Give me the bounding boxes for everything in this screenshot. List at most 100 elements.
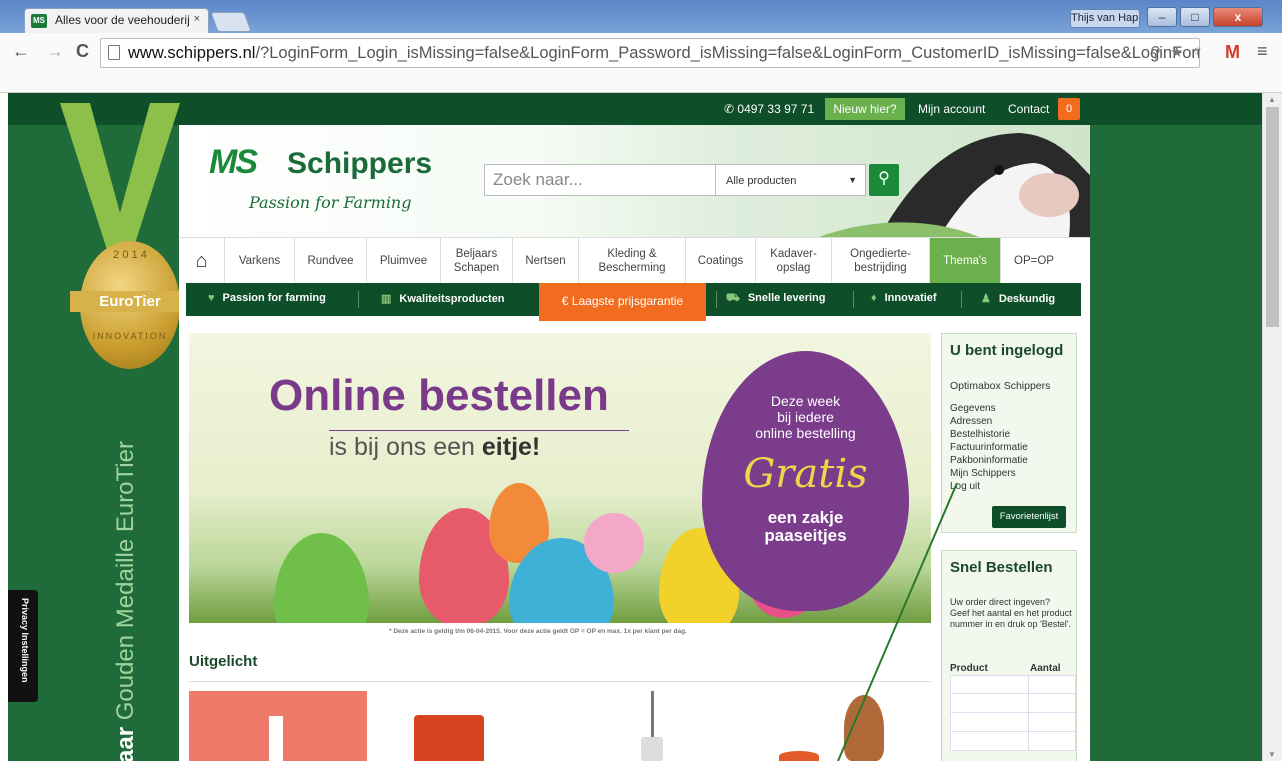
- quick-order-text: Uw order direct ingeven? Geef het aantal…: [950, 597, 1072, 629]
- featured-title: Uitgelicht: [189, 653, 258, 670]
- zoom-icon[interactable]: ⚲: [1150, 43, 1161, 61]
- back-icon[interactable]: ←: [12, 41, 30, 62]
- col-product: Product: [950, 663, 988, 674]
- quick-order-row[interactable]: [950, 675, 1076, 694]
- quick-order-box: Snel Bestellen Uw order direct ingeven? …: [941, 550, 1077, 761]
- extension-icon[interactable]: ♆: [1192, 43, 1203, 60]
- chart-icon: ▥: [381, 293, 392, 305]
- quick-order-row[interactable]: [950, 732, 1076, 751]
- scroll-up-icon[interactable]: ▲: [1268, 95, 1276, 104]
- promo-line1: Deze week: [770, 393, 841, 409]
- new-tab-button[interactable]: [210, 12, 252, 32]
- usp-passion[interactable]: ♥ Passion for farming: [208, 292, 326, 304]
- category-nav: ⌂ Varkens Rundvee Pluimvee Beljaars Scha…: [179, 237, 1090, 284]
- link-pakboninformatie[interactable]: Pakboninformatie: [950, 454, 1028, 467]
- page-scrollbar[interactable]: ▲ ▼: [1262, 93, 1282, 761]
- vertical-text-bold: aar: [112, 726, 139, 761]
- maximize-button[interactable]: □: [1180, 7, 1210, 27]
- nav-item-pluimvee[interactable]: Pluimvee: [367, 238, 441, 284]
- address-bar[interactable]: www.schippers.nl/?LoginForm_Login_isMiss…: [100, 38, 1200, 68]
- heart-icon: ♥: [208, 292, 215, 304]
- nav-item-schapen[interactable]: Beljaars Schapen: [441, 238, 513, 284]
- nav-item-kadaver[interactable]: Kadaver-opslag: [756, 238, 832, 284]
- product-tile[interactable]: [189, 691, 367, 761]
- main-content: MS Schippers Passion for Farming Zoek na…: [179, 125, 1090, 761]
- link-mijn-schippers[interactable]: Mijn Schippers: [950, 467, 1028, 480]
- col-amount: Aantal: [1030, 663, 1061, 674]
- privacy-settings-tab[interactable]: Privacy Instellingen: [8, 590, 38, 702]
- product-field[interactable]: [951, 713, 1029, 731]
- promo-gratis: Gratis: [743, 451, 868, 497]
- url-path: /?LoginForm_Login_isMissing=false&LoginF…: [255, 44, 1200, 62]
- usp-quality[interactable]: ▥ Kwaliteitsproducten: [381, 292, 505, 305]
- usp-delivery-label: Snelle levering: [747, 292, 826, 304]
- search-button[interactable]: ⚲: [869, 164, 899, 196]
- page-icon: [108, 45, 120, 60]
- product-chicken-image[interactable]: [844, 695, 884, 761]
- bookmark-star-icon[interactable]: ★: [1170, 43, 1183, 61]
- privacy-label: Privacy Instellingen: [20, 598, 30, 683]
- nav-item-kleding[interactable]: Kleding & Bescherming: [579, 238, 686, 284]
- product-field[interactable]: [951, 676, 1029, 694]
- product-orange-image[interactable]: [779, 751, 819, 761]
- link-adressen[interactable]: Adressen: [950, 415, 1028, 428]
- reload-icon[interactable]: C: [76, 41, 89, 62]
- product-tool-image[interactable]: [651, 691, 654, 741]
- website: ✆ 0497 33 97 71 Nieuw hier? Mijn account…: [8, 93, 1262, 761]
- logo-name[interactable]: Schippers: [287, 147, 432, 181]
- nav-item-ongedierte[interactable]: Ongedierte-bestrijding: [832, 238, 930, 284]
- usp-lowest-price[interactable]: € Laagste prijsgarantie: [539, 283, 706, 321]
- new-here-button[interactable]: Nieuw hier?: [825, 98, 905, 120]
- product-jerrycan-image[interactable]: [414, 715, 484, 761]
- nav-item-rundvee[interactable]: Rundvee: [295, 238, 367, 284]
- link-factuurinformatie[interactable]: Factuurinformatie: [950, 441, 1028, 454]
- my-account-link[interactable]: Mijn account: [918, 102, 985, 116]
- url-domain: www.schippers.nl: [128, 44, 256, 62]
- scrollbar-thumb[interactable]: [1266, 107, 1279, 327]
- browser-tab[interactable]: MS Alles voor de veehouderij ×: [24, 8, 209, 33]
- quick-order-header: Product Aantal: [950, 663, 1076, 675]
- promo-banner[interactable]: Online bestellen is bij ons een eitje! D…: [189, 333, 931, 623]
- nav-item-op-op[interactable]: OP=OP: [1001, 238, 1067, 284]
- usp-expert[interactable]: ♟ Deskundig: [981, 292, 1055, 305]
- nav-item-varkens[interactable]: Varkens: [225, 238, 295, 284]
- tab-close-icon[interactable]: ×: [194, 13, 200, 25]
- search-input[interactable]: Zoek naar...: [484, 164, 716, 196]
- cart-count: 0: [1065, 103, 1073, 115]
- contact-link[interactable]: Contact: [1008, 102, 1049, 116]
- search-category-select[interactable]: Alle producten ▼: [716, 164, 866, 196]
- product-tool-base: [641, 737, 663, 761]
- site-header: MS Schippers Passion for Farming Zoek na…: [179, 125, 1090, 237]
- eurotier-medal: 2 0 1 4 EuroTier INNOVATION: [70, 241, 190, 369]
- home-icon[interactable]: ⌂: [179, 238, 225, 284]
- link-gegevens[interactable]: Gegevens: [950, 402, 1028, 415]
- profile-button[interactable]: Thijs van Happ...: [1070, 9, 1140, 28]
- nav-item-coatings[interactable]: Coatings: [686, 238, 756, 284]
- close-window-button[interactable]: x: [1213, 7, 1263, 27]
- product-field[interactable]: [951, 694, 1029, 712]
- quick-order-row[interactable]: [950, 694, 1076, 713]
- quick-order-row[interactable]: [950, 713, 1076, 732]
- vertical-award-text: aar Gouden Medaille EuroTier: [112, 441, 140, 761]
- cart-icon[interactable]: 0: [1058, 98, 1080, 120]
- usp-innovative[interactable]: ♦ Innovatief: [871, 292, 937, 304]
- scroll-down-icon[interactable]: ▼: [1268, 750, 1276, 759]
- usp-passion-label: Passion for farming: [222, 292, 326, 304]
- login-links: Gegevens Adressen Bestelhistorie Factuur…: [950, 402, 1028, 493]
- nav-item-themas[interactable]: Thema's: [930, 238, 1001, 284]
- link-log-uit[interactable]: Log uit: [950, 480, 1028, 493]
- minimize-button[interactable]: –: [1147, 7, 1177, 27]
- logo-mark[interactable]: MS: [209, 143, 258, 182]
- phone-text: 0497 33 97 71: [737, 102, 815, 116]
- usp-delivery[interactable]: ⛟ Snelle levering: [726, 292, 826, 306]
- product-field[interactable]: [951, 732, 1029, 750]
- link-bestelhistorie[interactable]: Bestelhistorie: [950, 428, 1028, 441]
- promo-line3: online bestelling: [755, 425, 856, 441]
- favorites-button[interactable]: Favorietenlijst: [992, 506, 1066, 528]
- menu-icon[interactable]: ≡: [1257, 41, 1268, 62]
- banner-subtitle: is bij ons een eitje!: [329, 433, 540, 462]
- nav-item-nertsen[interactable]: Nertsen: [513, 238, 579, 284]
- phone-number[interactable]: ✆ 0497 33 97 71: [724, 102, 814, 116]
- gmail-icon[interactable]: M: [1225, 42, 1240, 63]
- forward-icon[interactable]: →: [46, 41, 64, 62]
